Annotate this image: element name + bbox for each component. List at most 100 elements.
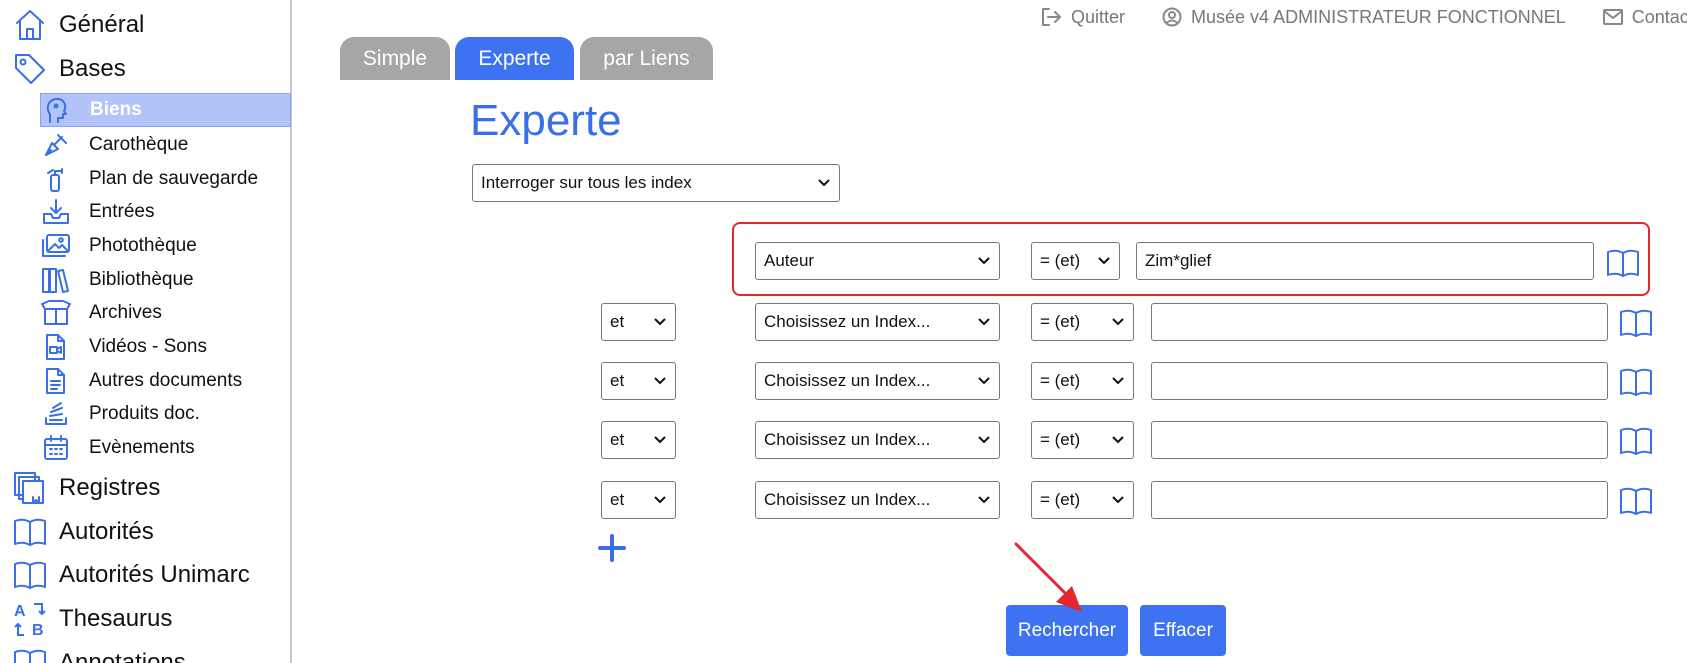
operator-value: = (et)	[1040, 251, 1081, 270]
connector-value: et	[610, 312, 625, 331]
value-input-3[interactable]	[1151, 362, 1608, 400]
contact-link[interactable]: Contact	[1602, 7, 1687, 28]
sidebar-item-label: Archives	[89, 302, 162, 323]
book-open-icon[interactable]	[1619, 426, 1653, 456]
sidebar-item-label: Bases	[59, 55, 126, 82]
sidebar-item-label: Plan de sauvegarde	[89, 168, 259, 189]
sidebar-item-bibliotheque[interactable]: Bibliothèque	[40, 263, 291, 297]
sidebar-item-autres-documents[interactable]: Autres documents	[40, 364, 291, 398]
value-input-5[interactable]	[1151, 481, 1608, 519]
chevron-down-icon	[654, 377, 666, 385]
book-open-icon	[12, 645, 48, 663]
bust-icon	[41, 94, 73, 126]
connector-value: et	[610, 490, 625, 509]
extinguisher-icon	[40, 163, 72, 195]
chevron-down-icon	[654, 318, 666, 326]
index-select-value: Choisissez un Index...	[764, 490, 931, 509]
operator-value: = (et)	[1040, 312, 1081, 331]
sidebar-item-label: Autorités Unimarc	[59, 561, 250, 588]
index-select-2[interactable]: Choisissez un Index...	[755, 303, 1000, 341]
operator-value: = (et)	[1040, 371, 1081, 390]
images-icon	[40, 230, 72, 262]
index-select-3[interactable]: Choisissez un Index...	[755, 362, 1000, 400]
index-select-value: Choisissez un Index...	[764, 430, 931, 449]
quit-link[interactable]: Quitter	[1040, 7, 1125, 28]
search-button[interactable]: Rechercher	[1006, 605, 1128, 656]
chevron-down-icon	[1112, 496, 1124, 504]
sidebar-item-thesaurus[interactable]: AB Thesaurus	[0, 597, 290, 641]
chevron-down-icon	[978, 436, 990, 444]
index-select-4[interactable]: Choisissez un Index...	[755, 421, 1000, 459]
connector-select-3[interactable]: et	[601, 362, 676, 400]
sidebar-item-label: Evènements	[89, 437, 195, 458]
book-open-icon[interactable]	[1619, 486, 1653, 516]
user-circle-icon	[1162, 7, 1182, 27]
connector-select-2[interactable]: et	[601, 303, 676, 341]
index-select-1[interactable]: Auteur	[755, 242, 1000, 280]
operator-select-3[interactable]: = (et)	[1031, 362, 1134, 400]
sidebar-item-label: Photothèque	[89, 235, 197, 256]
index-select-5[interactable]: Choisissez un Index...	[755, 481, 1000, 519]
index-select-value: Choisissez un Index...	[764, 371, 931, 390]
svg-text:A: A	[14, 603, 26, 620]
index-scope-value: Interroger sur tous les index	[481, 173, 692, 192]
sidebar-item-annotations[interactable]: Annotations	[0, 641, 290, 663]
value-input-2[interactable]	[1151, 303, 1608, 341]
operator-select-4[interactable]: = (et)	[1031, 421, 1134, 459]
operator-select-1[interactable]: = (et)	[1031, 242, 1120, 280]
clear-button[interactable]: Effacer	[1140, 605, 1226, 656]
home-icon	[12, 7, 48, 43]
chevron-down-icon	[818, 179, 830, 187]
user-label: Musée v4 ADMINISTRATEUR FONCTIONNEL	[1191, 6, 1566, 27]
tab-simple[interactable]: Simple	[340, 37, 450, 80]
sidebar-item-label: Entrées	[89, 201, 155, 222]
sidebar-item-carotheque[interactable]: Carothèque	[40, 128, 291, 162]
sidebar-item-label: Bibliothèque	[89, 269, 194, 290]
chevron-down-icon	[978, 377, 990, 385]
sidebar-item-registres[interactable]: Registres	[0, 466, 290, 510]
sidebar-item-biens[interactable]: Biens	[40, 93, 291, 127]
sidebar-item-label: Autorités	[59, 518, 154, 545]
chevron-down-icon	[1098, 257, 1110, 265]
tab-par-liens[interactable]: par Liens	[580, 37, 713, 80]
add-criterion-icon[interactable]	[597, 533, 627, 563]
svg-text:B: B	[32, 622, 44, 638]
sidebar-item-entrees[interactable]: Entrées	[40, 195, 291, 229]
sidebar-item-label: Général	[59, 11, 145, 38]
sidebar-item-bases[interactable]: Bases	[0, 47, 290, 91]
sidebar-item-autorites[interactable]: Autorités	[0, 510, 290, 554]
registers-icon	[12, 470, 48, 506]
operator-select-5[interactable]: = (et)	[1031, 481, 1134, 519]
sidebar-item-label: Produits doc.	[89, 403, 200, 424]
inbox-download-icon	[40, 196, 72, 228]
connector-value: et	[610, 371, 625, 390]
chevron-down-icon	[1112, 377, 1124, 385]
sidebar-item-produits-doc[interactable]: Produits doc.	[40, 397, 291, 431]
value-input-1[interactable]	[1136, 242, 1594, 280]
tab-experte[interactable]: Experte	[455, 37, 574, 80]
sidebar-item-autorites-unimarc[interactable]: Autorités Unimarc	[0, 553, 290, 597]
book-open-icon[interactable]	[1619, 308, 1653, 338]
sidebar-item-archives[interactable]: Archives	[40, 296, 291, 330]
operator-select-2[interactable]: = (et)	[1031, 303, 1134, 341]
chevron-down-icon	[978, 257, 990, 265]
sidebar-item-label: Registres	[59, 474, 161, 501]
index-scope-select[interactable]: Interroger sur tous les index	[472, 164, 840, 202]
book-open-icon[interactable]	[1619, 367, 1653, 397]
sidebar-item-label: Vidéos - Sons	[89, 336, 207, 357]
chevron-down-icon	[654, 496, 666, 504]
sidebar-item-phototheque[interactable]: Photothèque	[40, 229, 291, 263]
sidebar-item-videos-sons[interactable]: Vidéos - Sons	[40, 330, 291, 364]
sidebar-item-evenements[interactable]: Evènements	[40, 431, 291, 465]
value-input-4[interactable]	[1151, 421, 1608, 459]
book-open-icon[interactable]	[1606, 248, 1640, 278]
chevron-down-icon	[978, 496, 990, 504]
user-menu[interactable]: Musée v4 ADMINISTRATEUR FONCTIONNEL	[1162, 7, 1566, 28]
tag-icon	[12, 51, 48, 87]
sidebar-item-plan-de-sauvegarde[interactable]: Plan de sauvegarde	[40, 162, 291, 196]
document-icon	[40, 365, 72, 397]
top-bar: Quitter Musée v4 ADMINISTRATEUR FONCTION…	[1040, 0, 1687, 34]
sidebar-item-general[interactable]: Général	[0, 3, 290, 47]
connector-select-5[interactable]: et	[601, 481, 676, 519]
connector-select-4[interactable]: et	[601, 421, 676, 459]
